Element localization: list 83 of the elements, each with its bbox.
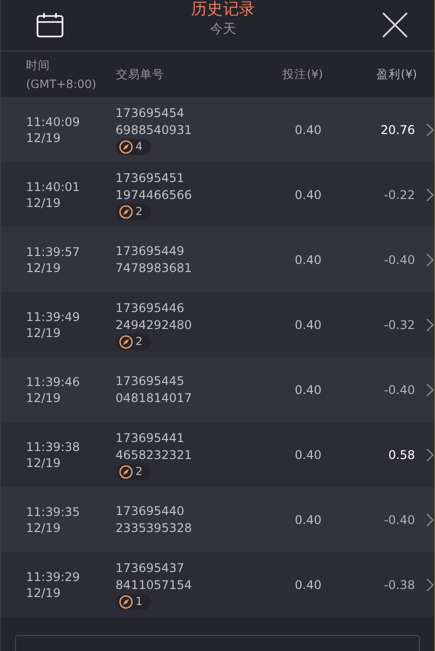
date-subtitle: 今天	[210, 20, 236, 38]
date-text: 12/19	[26, 196, 62, 210]
stake-amount: 0.40	[294, 578, 322, 592]
time-text: 11:39:49	[26, 310, 81, 324]
order-number: 0481814017	[116, 390, 193, 406]
date-text: 12/19	[26, 326, 62, 340]
time-text: 11:39:35	[26, 504, 81, 518]
count-badge: 2	[116, 334, 151, 350]
calendar-icon[interactable]	[36, 12, 64, 38]
time-text: 11:39:38	[26, 440, 81, 454]
order-number: 4658232321	[116, 446, 193, 464]
order-number: 2494292480	[116, 316, 193, 334]
chevron-icon	[426, 122, 434, 136]
order-number: 1974466566	[116, 186, 193, 204]
close-icon[interactable]	[382, 12, 408, 38]
order-number: 173695449	[116, 242, 186, 260]
order-number: 6988540931	[116, 122, 193, 138]
profit-amount: 0.58	[387, 448, 416, 462]
column-header: 时间	[26, 58, 51, 73]
time-text: 11:40:09	[26, 114, 81, 128]
stake-amount: 0.40	[294, 382, 322, 396]
order-number: 2335395328	[116, 520, 193, 536]
stake-amount: 0.40	[294, 252, 322, 266]
profit-amount: -0.40	[382, 512, 416, 526]
timezone-label: (GMT+8:00)	[26, 77, 98, 91]
order-number: 173695445	[116, 372, 186, 390]
order-number: 173695454	[116, 104, 186, 122]
profit-amount: -0.38	[382, 578, 416, 592]
page-title: 历史记录	[191, 0, 255, 20]
stake-amount: 0.40	[294, 512, 322, 526]
stake-amount: 0.40	[294, 188, 322, 202]
count-badge: 4	[116, 138, 151, 154]
compass-icon	[118, 334, 133, 348]
profit-amount: -0.40	[382, 382, 416, 396]
stake-amount: 0.40	[294, 122, 322, 136]
order-number: 173695451	[116, 170, 186, 186]
time-text: 11:40:01	[26, 180, 81, 194]
profit-amount: 20.76	[380, 122, 416, 136]
compass-icon	[118, 464, 133, 478]
chevron-icon	[426, 252, 434, 266]
column-header: 盈利(¥)	[376, 67, 417, 82]
column-header: 投注(¥)	[282, 67, 323, 82]
history-row[interactable]: 11:40:09 12/19 173695454 6988540931 4 0.40 20.76	[1, 97, 434, 162]
profit-amount: -0.40	[382, 252, 416, 266]
order-number: 173695440	[116, 502, 186, 520]
date-text: 12/19	[26, 390, 62, 404]
chevron-icon	[426, 512, 434, 526]
count-badge: 2	[116, 464, 151, 480]
count-badge: 2	[116, 204, 151, 220]
history-row[interactable]: 11:39:46 12/19 173695445 0481814017 0.40 -0.40	[1, 357, 434, 422]
chevron-icon	[426, 318, 434, 332]
history-row[interactable]: 11:39:49 12/19 173695446 2494292480 2 0.40 -0.32	[1, 292, 434, 357]
order-number: 173695446	[116, 300, 186, 316]
time-text: 11:39:57	[26, 244, 81, 258]
date-text: 12/19	[26, 130, 62, 144]
column-header: 交易单号	[116, 67, 165, 82]
compass-icon	[118, 140, 133, 154]
compass-icon	[118, 204, 133, 218]
history-row[interactable]: 11:40:01 12/19 173695451 1974466566 2 0.40 -0.22	[1, 162, 434, 227]
chevron-icon	[426, 382, 434, 396]
date-text: 12/19	[26, 260, 62, 274]
order-number: 173695441	[116, 430, 186, 446]
order-number: 8411057154	[116, 576, 193, 594]
time-text: 11:39:46	[26, 374, 81, 388]
date-text: 12/19	[26, 586, 62, 600]
chevron-icon	[426, 188, 434, 202]
history-row[interactable]: 11:39:57 12/19 173695449 7478983681 0.40 -0.40	[1, 227, 434, 292]
date-text: 12/19	[26, 456, 62, 470]
date-text: 12/19	[26, 520, 62, 534]
profit-amount: -0.22	[382, 188, 416, 202]
count-badge: 1	[116, 594, 151, 610]
history-row[interactable]: 11:39:38 12/19 173695441 4658232321 2 0.40 0.58	[1, 422, 434, 487]
history-row[interactable]: 11:39:29 12/19 173695437 8411057154 1 0.40 -0.38	[1, 552, 434, 617]
compass-icon	[118, 594, 133, 608]
profit-amount: -0.32	[382, 318, 416, 332]
stake-amount: 0.40	[294, 448, 322, 462]
chevron-icon	[426, 448, 434, 462]
history-row[interactable]: 11:39:35 12/19 173695440 2335395328 0.40 -0.40	[1, 487, 434, 552]
order-number: 7478983681	[116, 260, 193, 276]
chevron-icon	[426, 578, 434, 592]
stake-amount: 0.40	[294, 318, 322, 332]
order-number: 173695437	[116, 560, 186, 576]
time-text: 11:39:29	[26, 570, 81, 584]
